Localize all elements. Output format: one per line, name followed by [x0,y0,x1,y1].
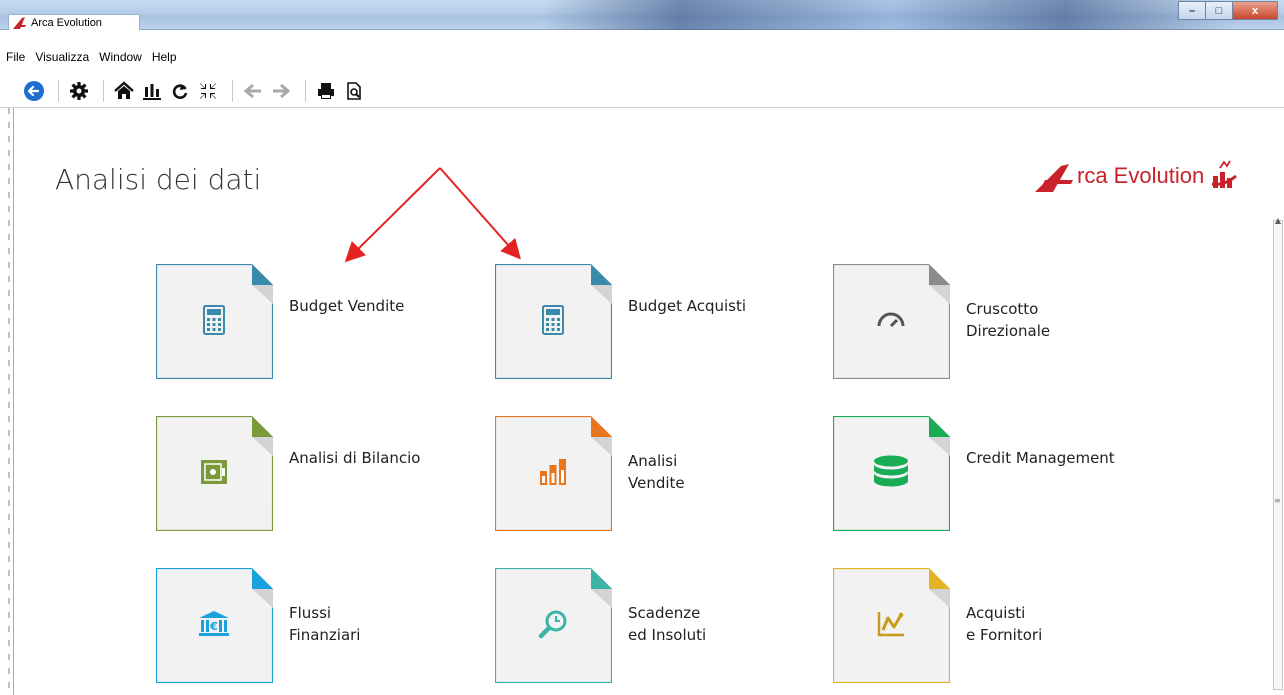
gear-icon[interactable] [67,79,91,103]
menu-bar: File Visualizza Window Help [0,47,1284,67]
tile-document [495,416,612,531]
menu-visualizza[interactable]: Visualizza [35,50,89,64]
tile-label: Budget Acquisti [628,297,747,315]
tile-label: Scadenze ed Insoluti [628,604,707,644]
database-icon [871,452,911,492]
print-icon[interactable] [314,79,338,103]
refresh-icon[interactable] [168,79,192,103]
tile-document [156,264,273,379]
tile-flussi-finanziari[interactable]: € Flussi Finanziari [156,568,469,683]
menu-file[interactable]: File [6,50,25,64]
calculator-icon [533,300,573,340]
home-icon[interactable] [112,79,136,103]
vertical-scrollbar[interactable]: ▲ ≡ [1270,216,1284,695]
minimize-button[interactable]: – [1178,1,1206,20]
close-button[interactable]: x [1232,1,1278,20]
safe-icon [194,452,234,492]
brand-logo: rca Evolution [1035,160,1240,192]
collapse-icon[interactable] [196,79,220,103]
tile-acquisti-e-fornitori[interactable]: Acquisti e Fornitori [833,568,1146,683]
arca-a-icon [1035,164,1073,192]
tile-analisi-di-bilancio[interactable]: Analisi di Bilancio [156,416,469,531]
toolbar-separator [58,79,59,102]
magnifier-clock-icon [533,604,573,644]
arrow-right-icon[interactable] [269,79,293,103]
window-title: Arca Evolution [31,16,102,29]
bar-chart-icon [533,452,573,492]
tile-scadenze-ed-insoluti[interactable]: Scadenze ed Insoluti [495,568,808,683]
tile-document [156,416,273,531]
tile-label: Analisi di Bilancio [289,449,421,467]
arca-logo-icon [13,16,26,29]
tile-analisi-vendite[interactable]: Analisi Vendite [495,416,808,531]
tile-document [833,416,950,531]
tile-document [495,264,612,379]
main-content: Analisi dei dati rca Evolution Budget Ve… [15,108,1284,695]
gauge-icon [871,300,911,340]
toolbar-separator [103,79,104,102]
bank-icon: € [194,604,234,644]
svg-text:€: € [209,620,218,633]
left-frame-edge [0,108,14,695]
title-bar-glass [540,0,1240,30]
brand-text: rca Evolution [1077,163,1205,188]
tile-cruscotto-direzionale[interactable]: Cruscotto Direzionale [833,264,1146,379]
arrow-left-icon[interactable] [241,79,265,103]
tile-document [833,264,950,379]
scrollbar-track[interactable] [1273,220,1283,690]
tile-label: Credit Management [966,449,1115,467]
title-bar: Arca Evolution – □ x [0,0,1284,30]
menu-help[interactable]: Help [152,50,177,64]
chart-icon[interactable] [140,79,164,103]
tile-label: Acquisti e Fornitori [966,604,1043,644]
print-preview-icon[interactable] [342,79,366,103]
line-chart-icon [871,604,911,644]
scroll-up-icon[interactable]: ▲ [1270,216,1284,225]
back-icon[interactable] [22,79,46,103]
menu-window[interactable]: Window [99,50,142,64]
toolbar-separator [232,79,233,102]
window-title-tab: Arca Evolution [8,14,140,30]
toolbar-separator [305,79,306,102]
page-title: Analisi dei dati [55,163,262,196]
maximize-button[interactable]: □ [1205,1,1233,20]
tile-budget-acquisti[interactable]: Budget Acquisti [495,264,808,379]
calculator-icon [194,300,234,340]
tile-budget-vendite[interactable]: Budget Vendite [156,264,469,379]
tile-label: Budget Vendite [289,297,405,315]
tile-label: Flussi Finanziari [289,604,361,644]
scrollbar-grip-icon[interactable]: ≡ [1274,496,1281,505]
toolbar [0,74,1284,108]
tile-credit-management[interactable]: Credit Management [833,416,1146,531]
tile-label: Cruscotto Direzionale [966,300,1051,340]
tile-document: € [156,568,273,683]
tile-document [833,568,950,683]
tile-document [495,568,612,683]
tile-label: Analisi Vendite [628,452,685,492]
brand-chart-icon [1211,160,1238,188]
